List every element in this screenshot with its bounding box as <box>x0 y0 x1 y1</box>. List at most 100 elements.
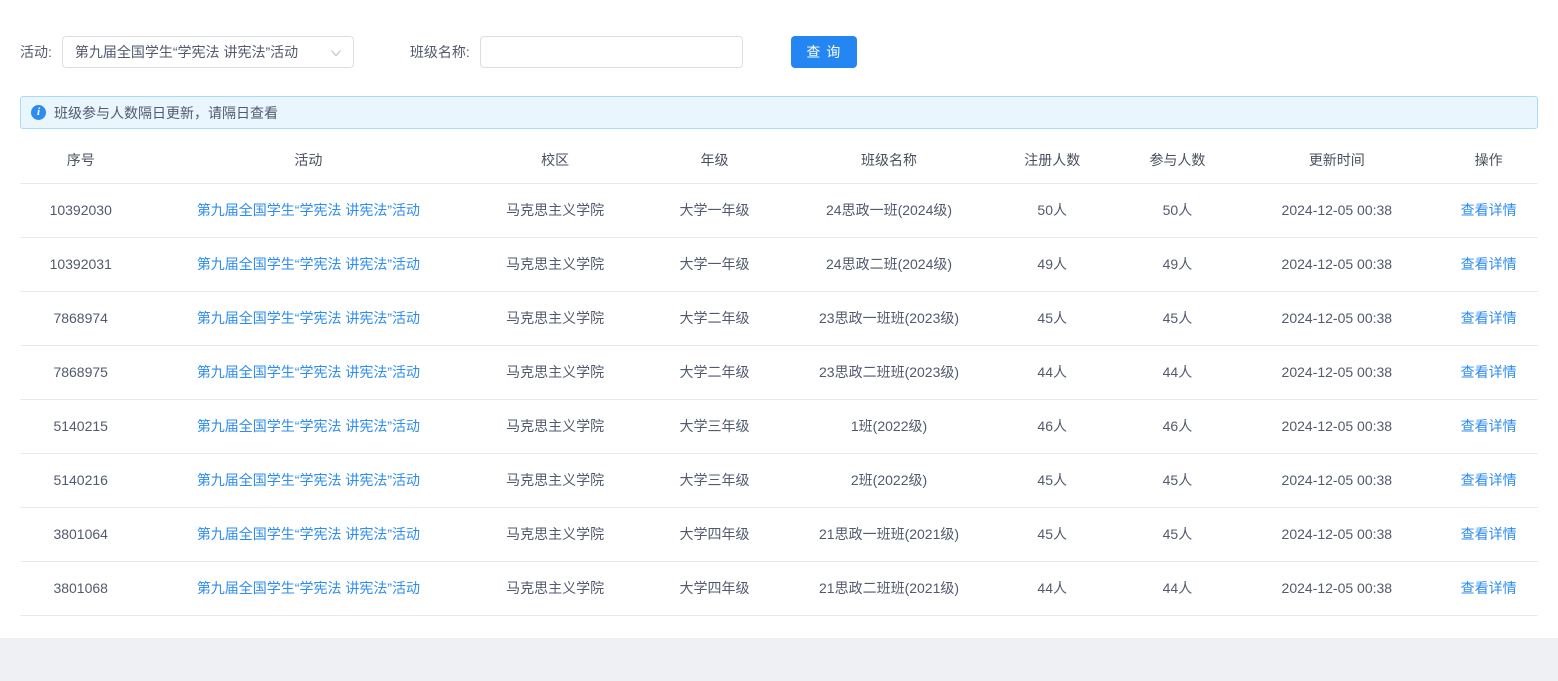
cell-grade: 大学四年级 <box>635 507 794 561</box>
table-row: 7868974第九届全国学生“学宪法 讲宪法”活动马克思主义学院大学二年级23思… <box>20 291 1538 345</box>
cell-serial: 5140215 <box>20 399 141 453</box>
info-alert-text: 班级参与人数隔日更新，请隔日查看 <box>54 103 278 123</box>
activity-link[interactable]: 第九届全国学生“学宪法 讲宪法”活动 <box>197 472 420 488</box>
activity-link[interactable]: 第九届全国学生“学宪法 讲宪法”活动 <box>197 310 420 326</box>
cell-campus: 马克思主义学院 <box>475 561 634 615</box>
table-cell: 第九届全国学生“学宪法 讲宪法”活动 <box>141 561 475 615</box>
class-name-label: 班级名称: <box>410 42 470 62</box>
table-cell: 第九届全国学生“学宪法 讲宪法”活动 <box>141 237 475 291</box>
cell-participated: 45人 <box>1121 291 1235 345</box>
cell-updated: 2024-12-05 00:38 <box>1234 399 1439 453</box>
view-details-link[interactable]: 查看详情 <box>1461 472 1517 488</box>
table-cell: 查看详情 <box>1439 183 1538 237</box>
class-name-input[interactable] <box>480 36 743 68</box>
cell-updated: 2024-12-05 00:38 <box>1234 183 1439 237</box>
cell-serial: 3801064 <box>20 507 141 561</box>
table-cell: 查看详情 <box>1439 399 1538 453</box>
table-row: 3801064 第九届全国学生“学宪法 讲宪法”活动 马克思主义学院大学四年级21思… <box>20 507 1538 561</box>
view-details-link[interactable]: 查看详情 <box>1461 202 1517 218</box>
table-cell: 第九届全国学生“学宪法 讲宪法”活动 <box>141 453 475 507</box>
cell-registered: 46人 <box>984 399 1121 453</box>
cell-campus: 马克思主义学院 <box>475 291 634 345</box>
table-cell: 第九届全国学生“学宪法 讲宪法”活动 <box>141 399 475 453</box>
chevron-down-icon <box>329 46 343 60</box>
table-row: 10392031第九届全国学生“学宪法 讲宪法”活动马克思主义学院大学一年级24… <box>20 237 1538 291</box>
table-cell: 第九届全国学生“学宪法 讲宪法”活动 <box>141 345 475 399</box>
table-cell: 查看详情 <box>1439 237 1538 291</box>
cell-updated: 2024-12-05 00:38 <box>1234 561 1439 615</box>
cell-serial: 10392031 <box>20 237 141 291</box>
column-header-2: 校区 <box>475 138 634 183</box>
query-button[interactable]: 查 询 <box>791 36 857 68</box>
cell-campus: 马克思主义学院 <box>475 507 634 561</box>
filter-bar: 活动: 第九届全国学生“学宪法 讲宪法”活动 班级名称: 查 询 <box>20 36 1538 68</box>
cell-participated: 49人 <box>1121 237 1235 291</box>
cell-serial: 5140216 <box>20 453 141 507</box>
cell-grade: 大学二年级 <box>635 345 794 399</box>
content-card: 活动: 第九届全国学生“学宪法 讲宪法”活动 班级名称: 查 询 i 班级参与人… <box>0 0 1558 638</box>
cell-updated: 2024-12-05 00:38 <box>1234 291 1439 345</box>
column-header-7: 更新时间 <box>1234 138 1439 183</box>
cell-grade: 大学二年级 <box>635 291 794 345</box>
column-header-1: 活动 <box>141 138 475 183</box>
cell-class-name: 23思政二班班(2023级) <box>794 345 984 399</box>
table-cell: 第九届全国学生“学宪法 讲宪法”活动 <box>141 507 475 561</box>
activity-link[interactable]: 第九届全国学生“学宪法 讲宪法”活动 <box>197 418 420 434</box>
view-details-link[interactable]: 查看详情 <box>1461 310 1517 326</box>
cell-updated: 2024-12-05 00:38 <box>1234 345 1439 399</box>
column-header-4: 班级名称 <box>794 138 984 183</box>
cell-registered: 45人 <box>984 507 1121 561</box>
cell-updated: 2024-12-05 00:38 <box>1234 453 1439 507</box>
cell-updated: 2024-12-05 00:38 <box>1234 237 1439 291</box>
cell-serial: 7868975 <box>20 345 141 399</box>
cell-registered: 44人 <box>984 561 1121 615</box>
cell-registered: 45人 <box>984 291 1121 345</box>
activity-label: 活动: <box>20 42 52 62</box>
cell-serial: 10392030 <box>20 183 141 237</box>
table-row: 10392030 第九届全国学生“学宪法 讲宪法”活动 马克思主义学院大学一年级24… <box>20 183 1538 237</box>
cell-class-name: 2班(2022级) <box>794 453 984 507</box>
cell-serial: 3801068 <box>20 561 141 615</box>
cell-participated: 45人 <box>1121 453 1235 507</box>
cell-class-name: 21思政二班班(2021级) <box>794 561 984 615</box>
cell-updated: 2024-12-05 00:38 <box>1234 507 1439 561</box>
cell-campus: 马克思主义学院 <box>475 345 634 399</box>
view-details-link[interactable]: 查看详情 <box>1461 418 1517 434</box>
cell-registered: 44人 <box>984 345 1121 399</box>
view-details-link[interactable]: 查看详情 <box>1461 580 1517 596</box>
view-details-link[interactable]: 查看详情 <box>1461 256 1517 272</box>
cell-participated: 45人 <box>1121 507 1235 561</box>
info-alert: i 班级参与人数隔日更新，请隔日查看 <box>20 96 1538 129</box>
activity-link[interactable]: 第九届全国学生“学宪法 讲宪法”活动 <box>197 526 420 542</box>
info-icon: i <box>31 105 46 120</box>
activity-link[interactable]: 第九届全国学生“学宪法 讲宪法”活动 <box>197 202 420 218</box>
cell-registered: 50人 <box>984 183 1121 237</box>
cell-grade: 大学三年级 <box>635 399 794 453</box>
activity-link[interactable]: 第九届全国学生“学宪法 讲宪法”活动 <box>197 364 420 380</box>
cell-grade: 大学一年级 <box>635 183 794 237</box>
column-header-0: 序号 <box>20 138 141 183</box>
table-cell: 第九届全国学生“学宪法 讲宪法”活动 <box>141 183 475 237</box>
activity-link[interactable]: 第九届全国学生“学宪法 讲宪法”活动 <box>197 580 420 596</box>
column-header-3: 年级 <box>635 138 794 183</box>
cell-campus: 马克思主义学院 <box>475 453 634 507</box>
cell-registered: 49人 <box>984 237 1121 291</box>
activity-select[interactable]: 第九届全国学生“学宪法 讲宪法”活动 <box>62 36 354 68</box>
view-details-link[interactable]: 查看详情 <box>1461 364 1517 380</box>
column-header-8: 操作 <box>1439 138 1538 183</box>
table-header-row: 序号活动校区年级班级名称注册人数参与人数更新时间操作 <box>20 138 1538 183</box>
cell-participated: 50人 <box>1121 183 1235 237</box>
cell-grade: 大学四年级 <box>635 561 794 615</box>
cell-class-name: 1班(2022级) <box>794 399 984 453</box>
table-cell: 查看详情 <box>1439 291 1538 345</box>
table-cell: 查看详情 <box>1439 561 1538 615</box>
activity-link[interactable]: 第九届全国学生“学宪法 讲宪法”活动 <box>197 256 420 272</box>
cell-registered: 45人 <box>984 453 1121 507</box>
view-details-link[interactable]: 查看详情 <box>1461 526 1517 542</box>
cell-campus: 马克思主义学院 <box>475 183 634 237</box>
cell-class-name: 24思政一班(2024级) <box>794 183 984 237</box>
cell-serial: 7868974 <box>20 291 141 345</box>
cell-class-name: 21思政一班班(2021级) <box>794 507 984 561</box>
table-cell: 查看详情 <box>1439 453 1538 507</box>
cell-participated: 44人 <box>1121 561 1235 615</box>
